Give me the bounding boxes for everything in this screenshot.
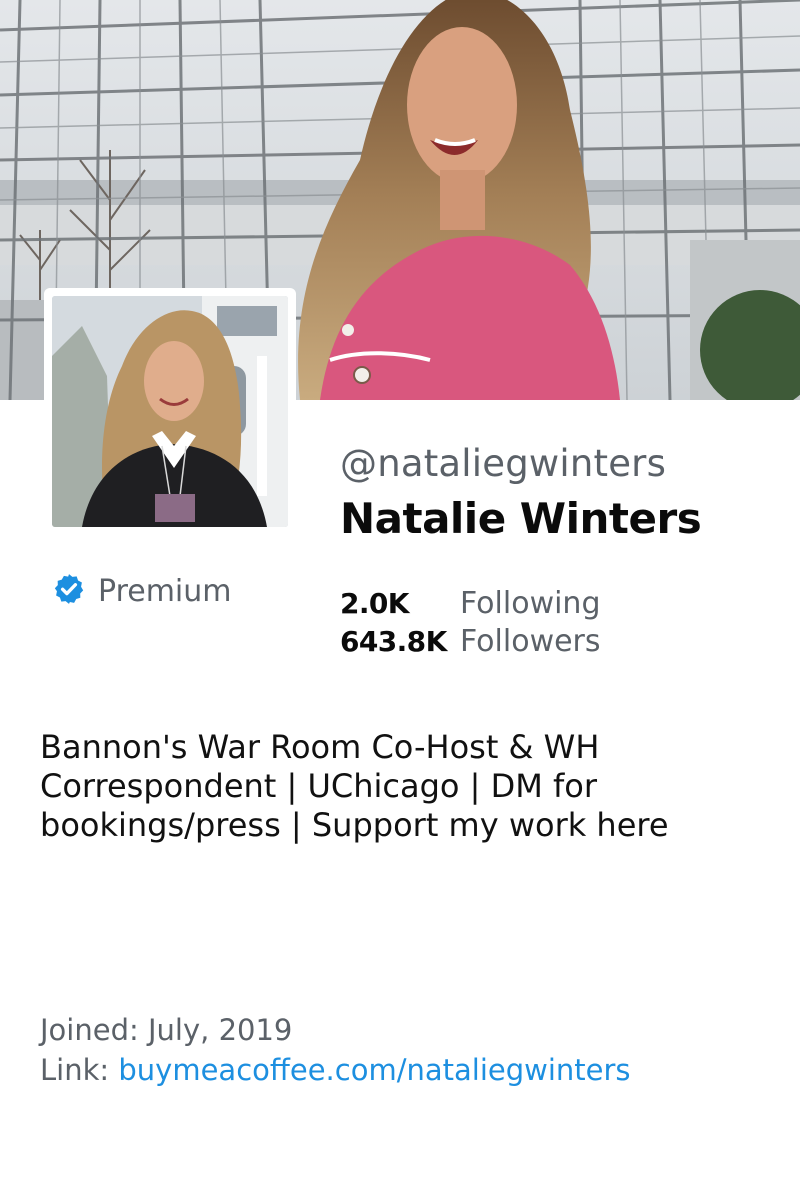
profile-stats: 2.0K Following 643.8K Followers: [340, 586, 601, 660]
profile-bio: Bannon's War Room Co-Host & WH Correspon…: [40, 728, 669, 844]
avatar-image: [52, 296, 288, 527]
link-label: Link:: [40, 1053, 110, 1087]
followers-count[interactable]: 643.8K: [340, 624, 460, 660]
profile-display-name: Natalie Winters: [340, 494, 702, 543]
link-row: Link: buymeacoffee.com/nataliegwinters: [40, 1050, 631, 1090]
profile-meta: Joined: July, 2019 Link: buymeacoffee.co…: [40, 1010, 631, 1090]
profile-link[interactable]: buymeacoffee.com/nataliegwinters: [118, 1053, 630, 1087]
profile-handle[interactable]: @nataliegwinters: [340, 442, 666, 485]
avatar-frame: [44, 288, 296, 534]
joined-value: July, 2019: [147, 1013, 293, 1047]
premium-badge: Premium: [52, 572, 232, 610]
verified-badge-icon: [52, 572, 86, 610]
followers-label[interactable]: Followers: [460, 624, 601, 660]
joined-row: Joined: July, 2019: [40, 1010, 631, 1050]
premium-label: Premium: [98, 573, 232, 609]
joined-label: Joined:: [40, 1013, 139, 1047]
following-label[interactable]: Following: [460, 586, 601, 622]
avatar[interactable]: [52, 296, 288, 527]
following-count[interactable]: 2.0K: [340, 586, 460, 622]
